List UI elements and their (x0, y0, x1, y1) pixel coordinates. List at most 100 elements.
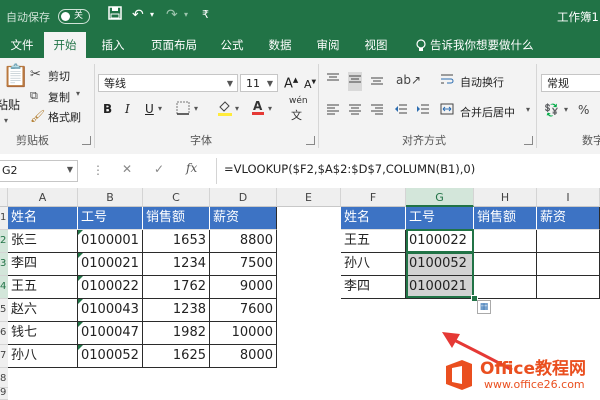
lookup-header-id[interactable]: 工号 (406, 207, 474, 230)
paste-dropdown-icon[interactable]: ▾ (4, 116, 8, 125)
table-cell[interactable]: 0100047 (78, 322, 143, 345)
enter-icon[interactable]: ✓ (154, 162, 164, 176)
lookup-cell[interactable]: 0100021 (406, 276, 474, 299)
save-icon[interactable] (108, 6, 122, 25)
table-cell[interactable]: 7600 (210, 299, 277, 322)
column-header-e[interactable]: E (277, 188, 341, 207)
clipboard-launcher-icon[interactable] (82, 136, 91, 145)
row-header[interactable]: 3 (0, 253, 8, 276)
table-cell[interactable]: 0100052 (78, 345, 143, 368)
decrease-indent-icon[interactable] (394, 102, 408, 121)
table-cell[interactable]: 7500 (210, 253, 277, 276)
percent-icon[interactable]: % (578, 102, 589, 118)
alignment-launcher-icon[interactable] (524, 136, 533, 145)
table-cell[interactable]: 1238 (143, 299, 210, 322)
table-cell[interactable]: 8800 (210, 230, 277, 253)
font-size-dropdown[interactable]: 11 ▼ (240, 74, 278, 92)
more-options-icon[interactable]: ⋮ (92, 163, 104, 177)
italic-button[interactable]: I (125, 102, 130, 116)
merge-center-icon[interactable] (440, 102, 454, 121)
lookup-cell[interactable]: 李四 (341, 276, 406, 299)
tab-insert[interactable]: 插入 (93, 32, 133, 58)
align-left-icon[interactable] (326, 102, 340, 121)
undo-dropdown-icon[interactable]: ▾ (150, 6, 154, 24)
table-cell[interactable]: 0100001 (78, 230, 143, 253)
row-header[interactable]: 7 (0, 345, 8, 368)
lookup-cell[interactable] (474, 276, 537, 299)
lookup-cell[interactable] (474, 253, 537, 276)
quick-analysis-icon[interactable]: ▦ (477, 300, 491, 314)
lookup-cell[interactable]: 王五 (341, 230, 406, 253)
lookup-header-sales[interactable]: 销售额 (474, 207, 537, 230)
format-painter-button[interactable]: 格式刷 (48, 109, 81, 125)
font-name-dropdown[interactable]: 等线 ▼ (98, 74, 238, 92)
font-color-dropdown-icon[interactable]: ▾ (268, 104, 272, 113)
table-cell[interactable]: 钱七 (8, 322, 78, 345)
row-header[interactable]: 2 (0, 230, 8, 253)
lookup-header-salary[interactable]: 薪资 (537, 207, 600, 230)
table-header-id[interactable]: 工号 (78, 207, 143, 230)
tab-file[interactable]: 文件 (0, 32, 44, 58)
underline-dropdown-icon[interactable]: ▾ (158, 104, 162, 113)
row-header[interactable]: 8 (0, 368, 8, 388)
table-cell[interactable]: 1625 (143, 345, 210, 368)
align-right-icon[interactable] (370, 102, 384, 121)
lookup-header-name[interactable]: 姓名 (341, 207, 406, 230)
lookup-cell[interactable]: 0100052 (406, 253, 474, 276)
lookup-cell[interactable]: 孙八 (341, 253, 406, 276)
column-header-f[interactable]: F (341, 188, 406, 207)
select-all-corner[interactable] (0, 188, 8, 207)
copy-button[interactable]: 复制 (48, 89, 70, 105)
table-cell[interactable]: 8000 (210, 345, 277, 368)
table-header-sales[interactable]: 销售额 (143, 207, 210, 230)
undo-icon[interactable]: ↶ (132, 6, 144, 24)
table-cell[interactable]: 10000 (210, 322, 277, 345)
table-cell[interactable]: 1234 (143, 253, 210, 276)
align-bottom-icon[interactable] (370, 72, 384, 91)
column-header-a[interactable]: A (8, 188, 78, 207)
tab-data[interactable]: 数据 (262, 32, 298, 58)
underline-button[interactable]: U (145, 102, 154, 116)
table-cell[interactable]: 0100022 (78, 276, 143, 299)
wrap-text-icon[interactable] (440, 72, 454, 91)
table-cell[interactable]: 0100021 (78, 253, 143, 276)
lookup-cell[interactable]: 0100022 (406, 230, 474, 253)
font-color-icon[interactable]: A (251, 99, 265, 120)
insert-function-icon[interactable]: fx (186, 161, 197, 175)
grow-font-button[interactable]: A▲ (284, 76, 298, 91)
wrap-text-button[interactable]: 自动换行 (460, 74, 504, 90)
fill-color-dropdown-icon[interactable]: ▾ (235, 104, 239, 113)
row-header[interactable]: 4 (0, 276, 8, 299)
table-cell[interactable]: 1762 (143, 276, 210, 299)
lookup-cell[interactable] (474, 230, 537, 253)
format-painter-icon[interactable]: 🖌 (30, 108, 45, 124)
borders-icon[interactable] (176, 101, 190, 120)
align-middle-icon[interactable] (348, 72, 362, 91)
row-header[interactable]: 5 (0, 299, 8, 322)
column-header-d[interactable]: D (210, 188, 277, 207)
table-cell[interactable]: 张三 (8, 230, 78, 253)
tab-view[interactable]: 视图 (358, 32, 394, 58)
table-cell[interactable]: 赵六 (8, 299, 78, 322)
formula-input[interactable]: =VLOOKUP($F2,$A$2:$D$7,COLUMN(B1),0) (224, 162, 475, 176)
table-cell[interactable]: 9000 (210, 276, 277, 299)
column-header-h[interactable]: H (474, 188, 537, 207)
number-format-dropdown[interactable]: 常规 (541, 74, 600, 92)
tab-home[interactable]: 开始 (44, 32, 86, 58)
tab-page-layout[interactable]: 页面布局 (143, 32, 205, 58)
lookup-cell[interactable] (537, 253, 600, 276)
tab-review[interactable]: 审阅 (310, 32, 346, 58)
copy-dropdown-icon[interactable]: ▾ (76, 89, 80, 98)
column-header-g[interactable]: G (406, 188, 474, 207)
orientation-icon[interactable]: ab↗ (396, 72, 421, 88)
table-cell[interactable]: 孙八 (8, 345, 78, 368)
redo-icon[interactable]: ↷ (166, 6, 178, 24)
tell-me-box[interactable]: 告诉我你想要做什么 (430, 32, 556, 58)
cancel-icon[interactable]: ✕ (122, 162, 132, 176)
phonetic-button[interactable]: wén (289, 96, 308, 106)
shrink-font-button[interactable]: A▼ (304, 78, 316, 91)
redo-dropdown-icon[interactable]: ▾ (184, 6, 188, 24)
table-cell[interactable]: 王五 (8, 276, 78, 299)
column-header-i[interactable]: I (537, 188, 600, 207)
scissors-icon[interactable]: ✂ (30, 67, 41, 83)
